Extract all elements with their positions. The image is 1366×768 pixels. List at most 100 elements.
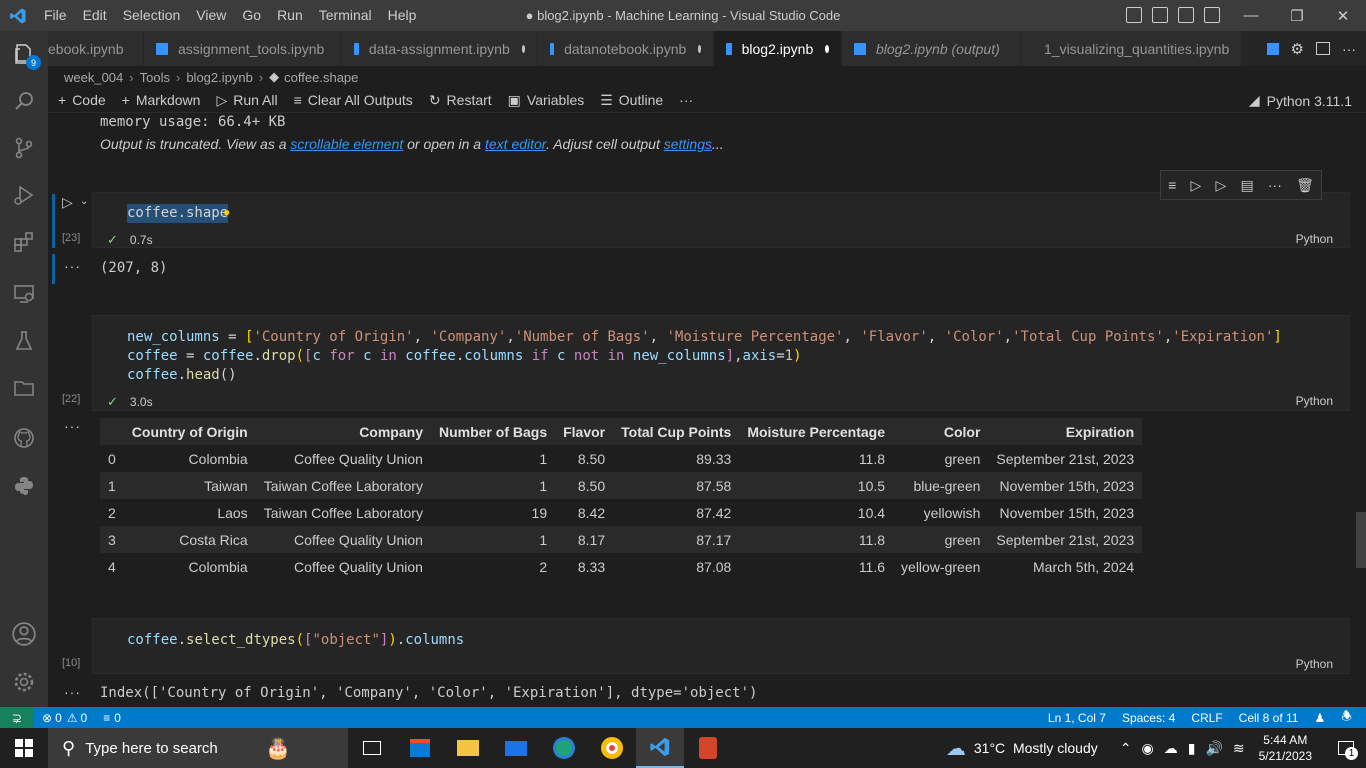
- tab-blog2[interactable]: blog2.ipynb: [714, 31, 842, 66]
- output-menu-ellipsis[interactable]: ···: [64, 684, 81, 700]
- unsaved-dot-icon[interactable]: [521, 44, 525, 53]
- menu-help[interactable]: Help: [380, 0, 425, 31]
- cell-language[interactable]: Python: [1296, 232, 1333, 246]
- line-ending[interactable]: CRLF: [1191, 711, 1222, 725]
- tab-blog2-output[interactable]: blog2.ipynb (output): [842, 31, 1022, 66]
- birthday-cake-icon[interactable]: 🎂: [266, 736, 291, 761]
- run-below-icon[interactable]: ▷: [1215, 177, 1226, 194]
- toggle-primary-sidebar-icon[interactable]: [1126, 7, 1142, 23]
- scrollable-element-link[interactable]: scrollable element: [290, 136, 403, 152]
- tab-visualizing-quantities[interactable]: 1_visualizing_quantities.ipynb: [1022, 31, 1242, 66]
- outline-button[interactable]: ☰ Outline: [600, 92, 663, 109]
- tab-assignment-tools[interactable]: assignment_tools.ipynb: [144, 31, 342, 66]
- cell-code[interactable]: new_columns = ['Country of Origin', 'Com…: [127, 328, 1282, 385]
- delete-cell-icon[interactable]: 🗑: [1296, 177, 1314, 194]
- output-menu-ellipsis[interactable]: ···: [64, 418, 81, 434]
- settings-gear-icon[interactable]: [0, 659, 48, 705]
- onedrive-cloud-icon[interactable]: ☁: [1164, 740, 1178, 757]
- restart-button[interactable]: ↻ Restart: [429, 92, 492, 109]
- menu-terminal[interactable]: Terminal: [311, 0, 380, 31]
- tab-ebook[interactable]: ebook.ipynb: [48, 31, 144, 66]
- remote-indicator-icon[interactable]: ⊋: [0, 707, 34, 728]
- output-menu-ellipsis[interactable]: ···: [64, 258, 81, 274]
- code-cell-shape[interactable]: coffee.shape ● ✓ 0.7s Python: [92, 192, 1350, 248]
- split-editor-icon[interactable]: [1316, 42, 1330, 55]
- variables-button[interactable]: ▣ Variables: [508, 92, 585, 109]
- clock[interactable]: 5:44 AM 5/21/2023: [1259, 732, 1312, 764]
- close-window-button[interactable]: ✕: [1320, 0, 1366, 31]
- toolbar-more-button[interactable]: ···: [679, 92, 693, 108]
- text-editor-link[interactable]: text editor: [485, 136, 546, 152]
- taskbar-search-box[interactable]: ⚲ Type here to search 🎂: [48, 728, 348, 768]
- testing-icon[interactable]: [0, 318, 48, 364]
- cursor-position[interactable]: Ln 1, Col 7: [1048, 711, 1106, 725]
- account-icon[interactable]: [0, 611, 48, 657]
- run-by-line-icon[interactable]: ▷: [1190, 177, 1201, 194]
- menu-go[interactable]: Go: [234, 0, 269, 31]
- cell-language[interactable]: Python: [1296, 394, 1333, 408]
- extensions-icon[interactable]: [0, 219, 48, 265]
- clear-outputs-button[interactable]: ≡ Clear All Outputs: [294, 92, 413, 108]
- menu-file[interactable]: File: [36, 0, 75, 31]
- run-above-icon[interactable]: ≡: [1168, 177, 1176, 193]
- cell-code[interactable]: coffee.select_dtypes(["object"]).columns: [127, 631, 464, 650]
- menu-selection[interactable]: Selection: [115, 0, 189, 31]
- toggle-secondary-sidebar-icon[interactable]: [1178, 7, 1194, 23]
- folder-icon[interactable]: [0, 365, 48, 411]
- problems-indicator[interactable]: ⊗ 0 ⚠ 0: [42, 711, 87, 725]
- wifi-icon[interactable]: ≋: [1233, 740, 1245, 757]
- explorer-icon[interactable]: 9: [0, 31, 48, 77]
- microsoft-store-icon[interactable]: [396, 728, 444, 768]
- split-cell-icon[interactable]: ▤: [1240, 177, 1253, 194]
- windows-start-icon[interactable]: [0, 728, 48, 768]
- code-cell-select-dtypes[interactable]: coffee.select_dtypes(["object"]).columns…: [92, 618, 1350, 674]
- mail-icon[interactable]: [492, 728, 540, 768]
- run-debug-icon[interactable]: [0, 172, 48, 218]
- github-icon[interactable]: [0, 415, 48, 461]
- breadcrumb-file[interactable]: blog2.ipynb: [186, 70, 253, 85]
- volume-icon[interactable]: 🔊: [1205, 740, 1222, 757]
- restore-button[interactable]: ❐: [1274, 0, 1320, 31]
- add-markdown-button[interactable]: + Markdown: [122, 92, 201, 108]
- battery-icon[interactable]: ▮: [1188, 740, 1196, 757]
- indentation[interactable]: Spaces: 4: [1122, 711, 1175, 725]
- lightbulb-icon[interactable]: ●: [223, 205, 230, 219]
- unsaved-dot-icon[interactable]: [825, 44, 829, 53]
- kernel-info-indicator[interactable]: ≡ 0: [103, 711, 121, 725]
- tab-data-assignment[interactable]: data-assignment.ipynb: [342, 31, 538, 66]
- action-center-icon[interactable]: 1: [1326, 728, 1366, 768]
- toggle-panel-icon[interactable]: [1152, 7, 1168, 23]
- vertical-scrollbar-thumb[interactable]: [1356, 512, 1366, 568]
- add-code-button[interactable]: + Code: [58, 92, 106, 108]
- feedback-icon[interactable]: ♟: [1314, 711, 1325, 725]
- git-client-icon[interactable]: [684, 728, 732, 768]
- weather-text[interactable]: 31°C Mostly cloudy: [974, 740, 1098, 756]
- task-view-icon[interactable]: [348, 728, 396, 768]
- python-icon[interactable]: [0, 463, 48, 509]
- minimize-button[interactable]: —: [1228, 0, 1274, 31]
- settings-gear-icon[interactable]: ⚙: [1291, 40, 1304, 58]
- search-icon[interactable]: [0, 78, 48, 124]
- code-cell-new-columns[interactable]: new_columns = ['Country of Origin', 'Com…: [92, 315, 1350, 411]
- breadcrumb-symbol[interactable]: coffee.shape: [284, 70, 358, 85]
- breadcrumb-tools[interactable]: Tools: [140, 70, 170, 85]
- vscode-taskbar-icon[interactable]: [636, 728, 684, 768]
- source-control-icon[interactable]: [0, 125, 48, 171]
- menu-view[interactable]: View: [188, 0, 234, 31]
- more-actions-icon[interactable]: ···: [1342, 41, 1356, 57]
- run-all-button[interactable]: ▷ Run All: [216, 92, 277, 109]
- kernel-picker[interactable]: ◢ Python 3.11.1: [1249, 92, 1352, 109]
- cell-indicator[interactable]: Cell 8 of 11: [1239, 711, 1299, 725]
- cell-code[interactable]: coffee.shape: [127, 204, 229, 223]
- customize-layout-icon[interactable]: [1204, 7, 1220, 23]
- cell-language[interactable]: Python: [1296, 657, 1333, 671]
- settings-link[interactable]: settings: [664, 136, 712, 152]
- menu-edit[interactable]: Edit: [75, 0, 115, 31]
- run-cell-icon[interactable]: ▷: [62, 194, 73, 211]
- menu-run[interactable]: Run: [269, 0, 311, 31]
- notebook-icon[interactable]: [1266, 42, 1279, 55]
- cell-more-icon[interactable]: ···: [1268, 177, 1282, 193]
- meet-now-icon[interactable]: ◉: [1142, 740, 1154, 757]
- file-explorer-icon[interactable]: [444, 728, 492, 768]
- remote-explorer-icon[interactable]: [0, 271, 48, 317]
